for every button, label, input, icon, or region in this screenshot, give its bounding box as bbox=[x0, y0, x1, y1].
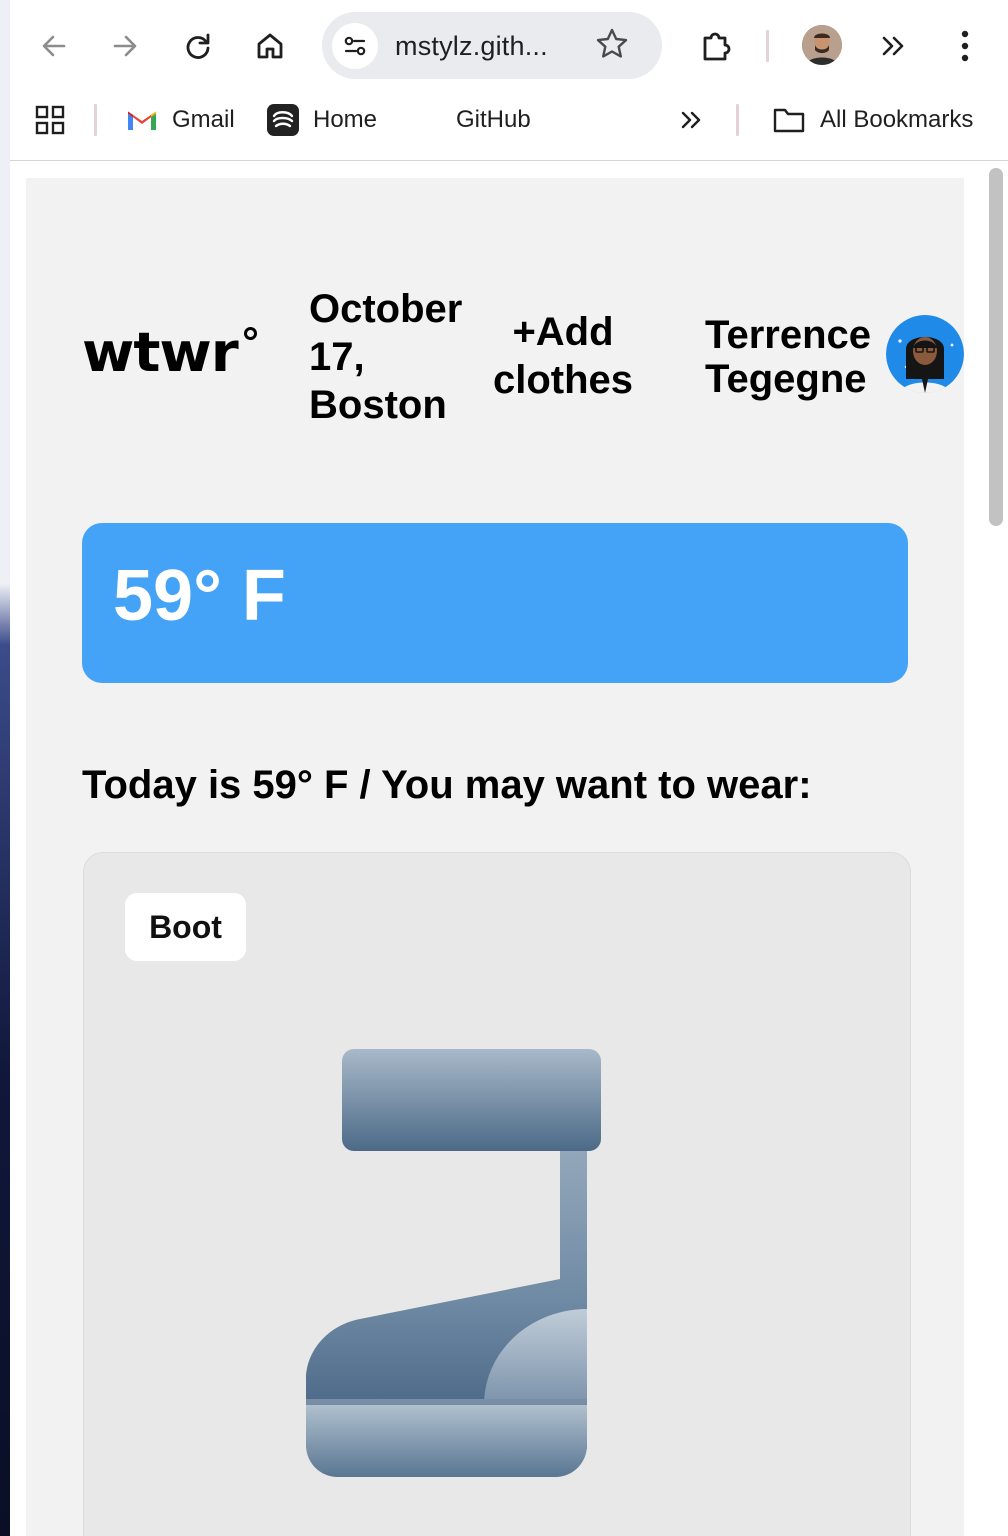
profile-avatar[interactable] bbox=[802, 25, 842, 65]
weather-card: 59° F bbox=[82, 523, 908, 683]
kebab-menu-icon[interactable] bbox=[950, 26, 980, 66]
home-icon[interactable] bbox=[252, 28, 288, 64]
bookmark-home[interactable]: Home bbox=[267, 102, 377, 138]
gmail-icon bbox=[126, 108, 158, 132]
all-bookmarks-button[interactable]: All Bookmarks bbox=[772, 102, 973, 138]
user-avatar[interactable] bbox=[886, 315, 964, 393]
recommendation-text: Today is 59° F / You may want to wear: bbox=[82, 765, 812, 805]
extensions-icon[interactable] bbox=[696, 26, 736, 66]
user-name[interactable]: Terrence Tegegne bbox=[705, 313, 885, 401]
add-clothes-button[interactable]: +Add clothes bbox=[488, 308, 638, 404]
browser-toolbar: mstylz.gith... Gmail Home GitHub All Boo… bbox=[10, 0, 1008, 161]
date-location: October 17, Boston bbox=[309, 287, 463, 427]
bookmarks-divider bbox=[94, 104, 97, 136]
recommendation-label: Today is 59° F / You may want to wear: bbox=[82, 763, 812, 807]
back-icon[interactable] bbox=[36, 28, 72, 64]
home-site-icon bbox=[267, 104, 299, 136]
desktop-edge bbox=[0, 0, 10, 1536]
folder-icon bbox=[772, 106, 806, 134]
apps-grid-icon[interactable] bbox=[34, 104, 66, 136]
scrollbar-thumb[interactable] bbox=[989, 168, 1003, 526]
page-scrollbar[interactable] bbox=[986, 166, 1006, 1536]
bookmarks-overflow-icon[interactable] bbox=[676, 104, 708, 136]
bookmark-label: Gmail bbox=[172, 106, 235, 133]
browser-window: { "browser": { "url": "mstylz.gith...", … bbox=[0, 0, 1008, 1536]
app-logo[interactable]: wtwr bbox=[82, 326, 239, 380]
bookmark-github[interactable]: GitHub bbox=[456, 102, 531, 138]
boot-icon bbox=[244, 1049, 744, 1494]
bookmark-label: GitHub bbox=[456, 106, 531, 133]
logo-degree-icon bbox=[244, 327, 257, 340]
url-text[interactable]: mstylz.gith... bbox=[395, 31, 548, 62]
bookmarks-divider bbox=[736, 104, 739, 136]
bookmark-gmail[interactable]: Gmail bbox=[126, 102, 235, 138]
address-bar[interactable]: mstylz.gith... bbox=[322, 12, 662, 79]
reload-icon[interactable] bbox=[180, 28, 216, 64]
toolbar-divider bbox=[766, 30, 769, 62]
bookmark-label: Home bbox=[313, 106, 378, 133]
bookmark-star-icon[interactable] bbox=[594, 26, 630, 67]
weather-temperature: 59° F bbox=[113, 556, 286, 636]
chevrons-right-icon[interactable] bbox=[874, 28, 914, 64]
site-settings-icon[interactable] bbox=[332, 23, 378, 69]
app-page: wtwr October 17, Boston +Add clothes Ter… bbox=[26, 178, 964, 1536]
page-viewport: wtwr October 17, Boston +Add clothes Ter… bbox=[10, 161, 1008, 1536]
clothing-item-card[interactable]: Boot bbox=[83, 852, 911, 1536]
item-name-tag: Boot bbox=[125, 893, 246, 961]
bookmark-label: All Bookmarks bbox=[820, 106, 974, 133]
forward-icon[interactable] bbox=[107, 28, 143, 64]
